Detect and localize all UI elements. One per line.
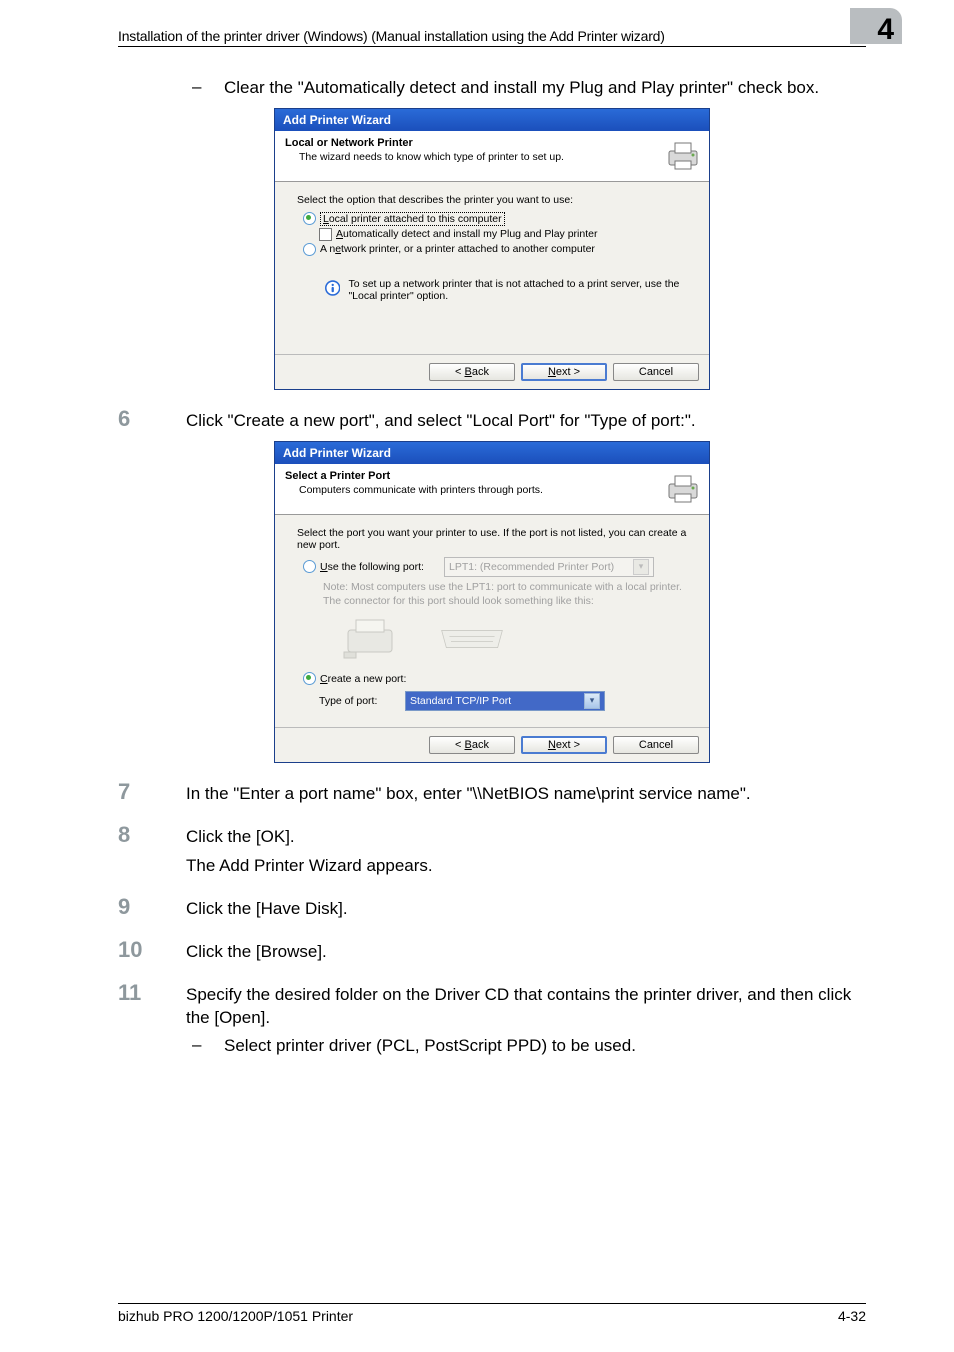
step-6: 6 Click "Create a new port", and select … [118,408,866,433]
port-type-dropdown[interactable]: Standard TCP/IP Port ▾ [405,691,605,711]
wizard1-footer: < Back Next > Cancel [275,354,709,389]
step-8-sub: The Add Printer Wizard appears. [186,855,866,878]
step-10-text: Click the [Browse]. [186,939,327,964]
radio-network-label: A network printer, or a printer attached… [320,243,595,255]
radio-local-printer[interactable]: Local printer attached to this computer [303,212,689,226]
back-button[interactable]: < Back [429,363,515,381]
wizard1-head-sub: The wizard needs to know which type of p… [285,151,665,163]
create-new-label: Create a new port: [320,673,406,685]
wizard2-footer: < Back Next > Cancel [275,727,709,762]
wizard2-head-sub: Computers communicate with printers thro… [285,484,665,496]
header-title: Installation of the printer driver (Wind… [118,28,665,44]
checkbox-auto-detect[interactable]: Automatically detect and install my Plug… [319,228,689,241]
chevron-down-icon: ▾ [584,693,600,709]
step-10: 10 Click the [Browse]. [118,939,866,964]
step-7-num: 7 [118,781,186,806]
wizard-local-network: Add Printer Wizard Local or Network Prin… [274,108,710,390]
connector-illustrations [337,614,689,664]
step-9-text: Click the [Have Disk]. [186,896,348,921]
footer-left: bizhub PRO 1200/1200P/1051 Printer [118,1308,353,1324]
wizard2-prompt: Select the port you want your printer to… [297,527,689,551]
type-of-port-row: Type of port: Standard TCP/IP Port ▾ [319,691,689,711]
step-7: 7 In the "Enter a port name" box, enter … [118,781,866,806]
wizard2-header: Select a Printer Port Computers communic… [275,464,709,515]
page-footer: bizhub PRO 1200/1200P/1051 Printer 4-32 [118,1303,866,1324]
chevron-down-icon: ▾ [633,559,649,575]
next-button[interactable]: Next > [521,363,607,381]
wizard2-titlebar: Add Printer Wizard [275,442,709,464]
step-7-text: In the "Enter a port name" box, enter "\… [186,781,751,806]
step-8: 8 Click the [OK]. [118,824,866,849]
step-8-text: Click the [OK]. [186,824,295,849]
info-text: To set up a network printer that is not … [348,278,683,302]
wizard1-body: Select the option that describes the pri… [275,182,709,354]
connector-printer-icon [337,614,407,664]
step-11: 11 Specify the desired folder on the Dri… [118,982,866,1030]
info-note: To set up a network printer that is not … [325,278,683,302]
type-of-port-label: Type of port: [319,695,397,707]
radio-use-following-port[interactable]: Use the following port: LPT1: (Recommend… [303,557,689,577]
bullet-dash: – [186,77,224,100]
radio-selected-icon [303,212,316,225]
wizard1-header: Local or Network Printer The wizard need… [275,131,709,182]
wizard-select-port: Add Printer Wizard Select a Printer Port… [274,441,710,763]
use-following-label: Use the following port: [320,561,440,573]
cancel-button[interactable]: Cancel [613,363,699,381]
wizard2-head-title: Select a Printer Port [285,470,665,482]
wizard1-titlebar: Add Printer Wizard [275,109,709,131]
intro-bullet: – Clear the "Automatically detect and in… [186,77,866,100]
next-button[interactable]: Next > [521,736,607,754]
port-type-value: Standard TCP/IP Port [410,695,511,707]
step-8-num: 8 [118,824,186,849]
checkbox-icon [319,228,332,241]
radio-selected-icon [303,672,316,685]
wizard1-head-title: Local or Network Printer [285,137,665,149]
printer-icon [665,137,701,173]
radio-unselected-icon [303,243,316,256]
step-9: 9 Click the [Have Disk]. [118,896,866,921]
printer-icon [665,470,701,506]
radio-network-printer[interactable]: A network printer, or a printer attached… [303,243,689,256]
step-9-num: 9 [118,896,186,921]
port-value-disabled: LPT1: (Recommended Printer Port) [449,561,614,573]
step-11-bullet: – Select printer driver (PCL, PostScript… [186,1035,866,1058]
bullet-dash: – [186,1035,224,1058]
step-11-bullet-text: Select printer driver (PCL, PostScript P… [224,1035,636,1058]
step-11-text: Specify the desired folder on the Driver… [186,982,866,1030]
wizard2-body: Select the port you want your printer to… [275,515,709,727]
step-10-num: 10 [118,939,186,964]
cancel-button[interactable]: Cancel [613,736,699,754]
radio-create-new-port[interactable]: Create a new port: [303,672,689,685]
step-6-num: 6 [118,408,186,433]
step-6-text: Click "Create a new port", and select "L… [186,408,696,433]
port-dropdown-disabled: LPT1: (Recommended Printer Port) ▾ [444,557,654,577]
wizard1-prompt: Select the option that describes the pri… [297,194,689,206]
connector-parallel-icon [437,614,507,664]
info-icon [325,278,340,298]
radio-local-label: Local printer attached to this computer [320,212,505,226]
checkbox-auto-label: Automatically detect and install my Plug… [336,228,597,240]
port-note: Note: Most computers use the LPT1: port … [323,581,689,608]
radio-unselected-icon [303,560,316,573]
chapter-badge: 4 [850,8,902,44]
intro-text: Clear the "Automatically detect and inst… [224,77,819,100]
back-button[interactable]: < Back [429,736,515,754]
page-header: Installation of the printer driver (Wind… [118,28,866,47]
step-11-num: 11 [118,982,186,1030]
footer-right: 4-32 [838,1308,866,1324]
